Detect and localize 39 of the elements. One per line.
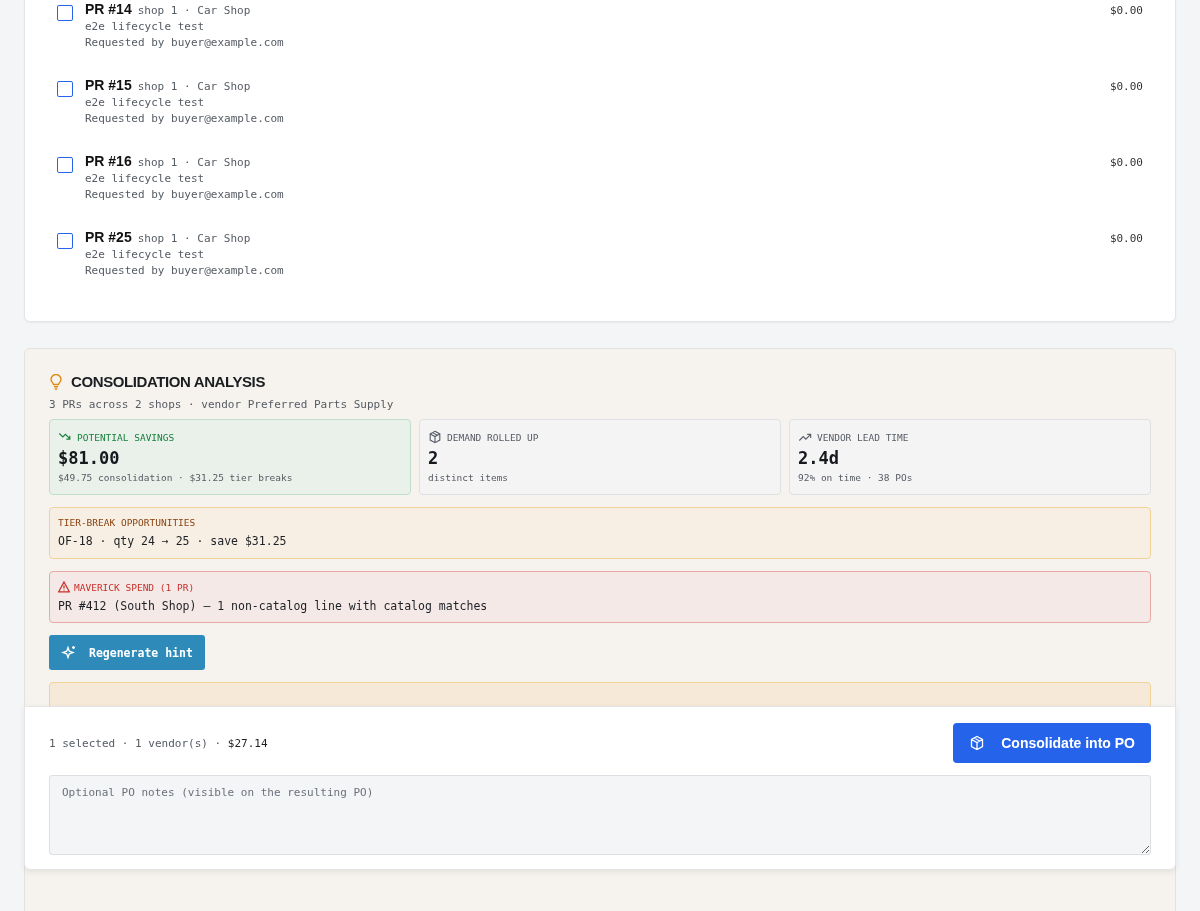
regenerate-button[interactable]: Regenerate hint — [49, 635, 205, 670]
amount: $0.00 — [1109, 80, 1143, 93]
notes-field[interactable]: Optional PO notes (visible on the resulting PO) — [49, 775, 1151, 855]
stat-value: 2 — [428, 448, 440, 468]
shop-label: shop 1 · Car Shop — [137, 3, 251, 19]
amount: $0.00 — [1109, 232, 1143, 245]
request-title: PR #25 — [85, 229, 132, 245]
consolidate-button[interactable]: Consolidate into PO — [953, 723, 1151, 763]
stat-detail: distinct items — [428, 472, 510, 483]
shop-label: shop 1 · Car Shop — [137, 79, 251, 95]
request-note: e2e lifecycle test — [85, 19, 206, 35]
selection-summary: 1 selected · 1 vendor(s) · $27.14 — [49, 736, 268, 750]
amount: $0.00 — [1109, 156, 1143, 169]
request-title: PR #15 — [85, 77, 132, 93]
maverick-label: MAVERICK SPEND (1 PR) — [74, 581, 195, 593]
requester-text: Requested by buyer@example.com — [85, 263, 285, 279]
tier-break-text: OF-18 · qty 24 → 25 · save $31.25 — [58, 534, 288, 548]
stat-label: DEMAND ROLLED UP — [447, 431, 539, 443]
stat-label: VENDOR LEAD TIME — [817, 431, 909, 443]
request-note: e2e lifecycle test — [85, 171, 206, 187]
shop-label: shop 1 · Car Shop — [137, 155, 251, 171]
analysis-subtitle: 3 PRs across 2 shops · vendor Preferred Parts Supply — [49, 398, 395, 411]
requester-text: Requested by buyer@example.com — [85, 111, 285, 127]
request-note: e2e lifecycle test — [85, 247, 206, 263]
request-title: PR #14 — [85, 1, 132, 17]
maverick-text: PR #412 (South Shop) — 1 non-catalog line with catalog matches — [58, 599, 489, 613]
section-title: CONSOLIDATION ANALYSIS — [71, 373, 265, 390]
request-note: e2e lifecycle test — [85, 95, 206, 111]
shop-label: shop 1 · Car Shop — [137, 231, 251, 247]
stat-detail: $49.75 consolidation · $31.25 tier breaks — [58, 472, 294, 483]
requester-text: Requested by buyer@example.com — [85, 35, 285, 51]
stat-detail: 92% on time · 38 POs — [798, 472, 914, 483]
request-title: PR #16 — [85, 153, 132, 169]
stat-label: POTENTIAL SAVINGS — [77, 431, 175, 443]
tier-break-label: TIER-BREAK OPPORTUNITIES — [58, 517, 196, 528]
amount: $0.00 — [1109, 4, 1143, 17]
stat-value: 2.4d — [798, 448, 840, 468]
stat-value: $81.00 — [58, 448, 121, 468]
requester-text: Requested by buyer@example.com — [85, 187, 285, 203]
